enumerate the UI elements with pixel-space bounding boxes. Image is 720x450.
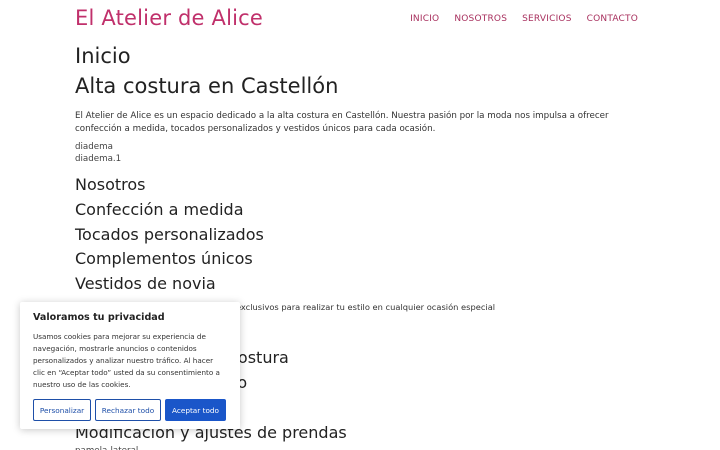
- site-title[interactable]: El Atelier de Alice: [75, 6, 263, 30]
- page-title: Inicio: [75, 44, 131, 68]
- customize-button[interactable]: Personalizar: [33, 399, 91, 421]
- about-item: Complementos únicos: [75, 249, 253, 269]
- nav-nosotros[interactable]: NOSOTROS: [454, 14, 507, 24]
- main-heading: Alta costura en Castellón: [75, 74, 339, 98]
- intro-text: El Atelier de Alice es un espacio dedica…: [75, 111, 609, 134]
- broken-image-diadema-1: diadema.1: [75, 153, 645, 165]
- image-alt-diadema: diadema: [75, 142, 113, 152]
- accept-all-button[interactable]: Aceptar todo: [165, 399, 226, 421]
- about-section: Nosotros Confección a medida Tocados per…: [75, 173, 645, 313]
- main-nav: INICIO NOSOTROS SERVICIOS CONTACTO: [410, 14, 638, 24]
- cookie-title: Valoramos tu privacidad: [33, 312, 165, 323]
- about-item: Confección a medida: [75, 199, 244, 219]
- nav-contacto[interactable]: CONTACTO: [587, 14, 638, 24]
- about-item: Vestidos de novia: [75, 274, 216, 294]
- image-alt-diadema-1: diadema.1: [75, 154, 122, 164]
- about-item: Tocados personalizados: [75, 224, 264, 244]
- broken-image-pamela-lateral: pamela-lateral: [75, 445, 645, 450]
- cookie-text: Usamos cookies para mejorar su experienc…: [33, 332, 220, 389]
- image-alt-pamela-lateral: pamela-lateral: [75, 446, 138, 450]
- reject-all-button[interactable]: Rechazar todo: [95, 399, 161, 421]
- cookie-consent-banner: Valoramos tu privacidad Usamos cookies p…: [20, 302, 240, 429]
- cookie-buttons: Personalizar Rechazar todo Aceptar todo: [33, 399, 227, 421]
- about-heading: Nosotros: [75, 175, 146, 194]
- site-header: El Atelier de Alice INICIO NOSOTROS SERV…: [0, 0, 720, 40]
- nav-servicios[interactable]: SERVICIOS: [522, 14, 572, 24]
- nav-inicio[interactable]: INICIO: [410, 14, 439, 24]
- broken-image-diadema: diadema: [75, 141, 645, 153]
